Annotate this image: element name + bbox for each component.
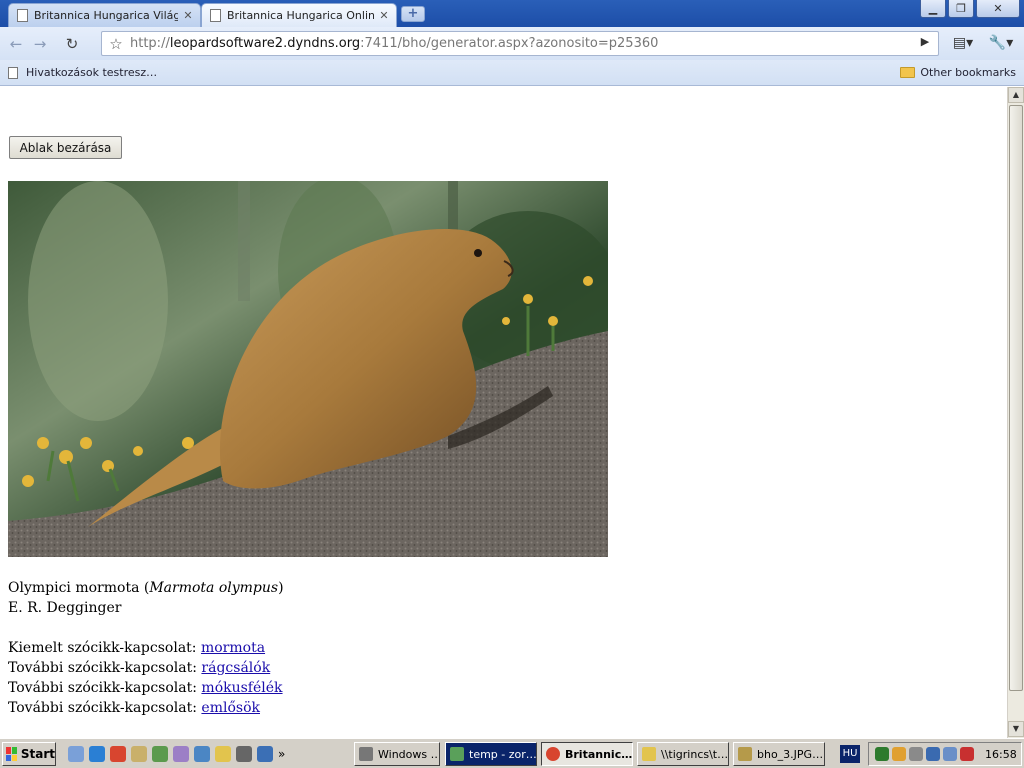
tab-close-icon[interactable]: ✕ (378, 9, 390, 22)
quick-launch: » (68, 746, 285, 762)
link-mokusfelek[interactable]: mókusfélék (201, 680, 282, 696)
link-row: További szócikk-kapcsolat: mókusfélék (8, 680, 283, 696)
task-bho-image[interactable]: bho_3.JPG… (733, 742, 825, 766)
folder-icon (642, 747, 656, 761)
back-icon[interactable]: ← (4, 32, 28, 56)
tab-label: Britannica Hungarica Világe… (34, 9, 178, 22)
page-content: Ablak bezárása Olympici mormota (Marmota… (0, 87, 1007, 738)
wrench-menu-icon[interactable]: 🔧▾ (984, 31, 1018, 55)
bookmark-star-icon[interactable]: ☆ (102, 35, 130, 53)
scroll-down-icon[interactable]: ▼ (1008, 721, 1024, 737)
image-icon (738, 747, 752, 761)
task-temp[interactable]: temp - zor… (445, 742, 537, 766)
folder-icon (900, 67, 916, 78)
tray-icon[interactable] (943, 747, 957, 761)
bookmark-item[interactable]: Hivatkozások testresz… (8, 66, 157, 79)
image-caption: Olympici mormota (Marmota olympus) E. R.… (8, 578, 284, 618)
link-row: Kiemelt szócikk-kapcsolat: mormota (8, 640, 266, 656)
bookmarks-bar: Hivatkozások testresz… Other bookmarks (0, 60, 1024, 86)
network-icon[interactable] (926, 747, 940, 761)
reload-icon[interactable]: ↻ (60, 32, 84, 56)
start-button[interactable]: Start (2, 742, 56, 766)
page-icon (17, 9, 28, 22)
tab-close-icon[interactable]: ✕ (182, 9, 194, 22)
link-ragcsalok[interactable]: rágcsálók (201, 660, 270, 676)
ie-icon[interactable] (89, 746, 105, 762)
close-window-icon[interactable]: ✕ (976, 0, 1020, 18)
photo-credit: E. R. Degginger (8, 600, 122, 616)
page-icon (8, 66, 18, 79)
page-menu-icon[interactable]: ▤▾ (948, 31, 978, 55)
tray-icon[interactable] (909, 747, 923, 761)
chrome-icon[interactable] (110, 746, 126, 762)
more-quicklaunch-icon[interactable]: » (278, 746, 285, 762)
app-icon (450, 747, 464, 761)
link-emlosok[interactable]: emlősök (201, 700, 260, 716)
window-icon (359, 747, 373, 761)
tray-icon[interactable] (892, 747, 906, 761)
minimize-icon[interactable]: ▁ (920, 0, 946, 18)
system-tray: 16:58 (868, 742, 1022, 766)
related-links: Kiemelt szócikk-kapcsolat: mormota Továb… (8, 638, 283, 718)
marmot-photo (8, 181, 608, 557)
shield-icon[interactable] (960, 747, 974, 761)
task-britannica[interactable]: Britannic… (541, 742, 633, 766)
species-name: Marmota olympus (149, 580, 279, 596)
app-icon[interactable] (152, 746, 168, 762)
app-icon[interactable] (236, 746, 252, 762)
windows-logo-icon (6, 747, 17, 761)
taskbar: Start » Windows … temp - zor… Britannic…… (0, 738, 1024, 768)
address-bar[interactable]: ☆ http://leopardsoftware2.dyndns.org:741… (101, 31, 939, 56)
scroll-thumb[interactable] (1009, 105, 1023, 691)
browser-titlebar: Britannica Hungarica Világe… ✕ Britannic… (0, 0, 1024, 27)
task-windows[interactable]: Windows … (354, 742, 440, 766)
link-row: További szócikk-kapcsolat: rágcsálók (8, 660, 271, 676)
app-icon[interactable] (194, 746, 210, 762)
tray-icon[interactable] (875, 747, 889, 761)
folder-icon[interactable] (215, 746, 231, 762)
scroll-up-icon[interactable]: ▲ (1008, 87, 1024, 103)
forward-icon[interactable]: → (28, 32, 52, 56)
app-icon[interactable] (173, 746, 189, 762)
new-tab-button[interactable]: + (401, 6, 425, 22)
window-controls: ▁ ❐ ✕ (920, 0, 1020, 18)
caption-title: Olympici mormota (Marmota olympus) (8, 580, 284, 596)
close-window-button[interactable]: Ablak bezárása (9, 136, 122, 159)
language-indicator[interactable]: HU (840, 745, 860, 763)
tab-active[interactable]: Britannica Hungarica Online… ✕ (201, 3, 397, 27)
address-url[interactable]: http://leopardsoftware2.dyndns.org:7411/… (130, 36, 658, 51)
restore-icon[interactable]: ❐ (948, 0, 974, 18)
go-icon[interactable]: ▶ (916, 35, 934, 48)
other-bookmarks-label: Other bookmarks (920, 66, 1016, 79)
vertical-scrollbar[interactable]: ▲ ▼ (1007, 87, 1024, 738)
clock[interactable]: 16:58 (985, 748, 1017, 761)
other-bookmarks[interactable]: Other bookmarks (900, 66, 1016, 79)
app-icon[interactable] (257, 746, 273, 762)
marmot-illustration (8, 181, 608, 557)
tab-label: Britannica Hungarica Online… (227, 9, 374, 22)
page-icon (210, 9, 221, 22)
desktop-icon[interactable] (68, 746, 84, 762)
task-tigrincs[interactable]: \\tigrincs\t… (637, 742, 729, 766)
chrome-icon (546, 747, 560, 761)
tab-inactive[interactable]: Britannica Hungarica Világe… ✕ (8, 3, 201, 27)
browser-toolbar: ← → ↻ ☆ http://leopardsoftware2.dyndns.o… (0, 27, 1024, 60)
link-row: További szócikk-kapcsolat: emlősök (8, 700, 260, 716)
explorer-icon[interactable] (131, 746, 147, 762)
link-mormota[interactable]: mormota (201, 640, 265, 656)
bookmark-label: Hivatkozások testresz… (26, 66, 158, 79)
